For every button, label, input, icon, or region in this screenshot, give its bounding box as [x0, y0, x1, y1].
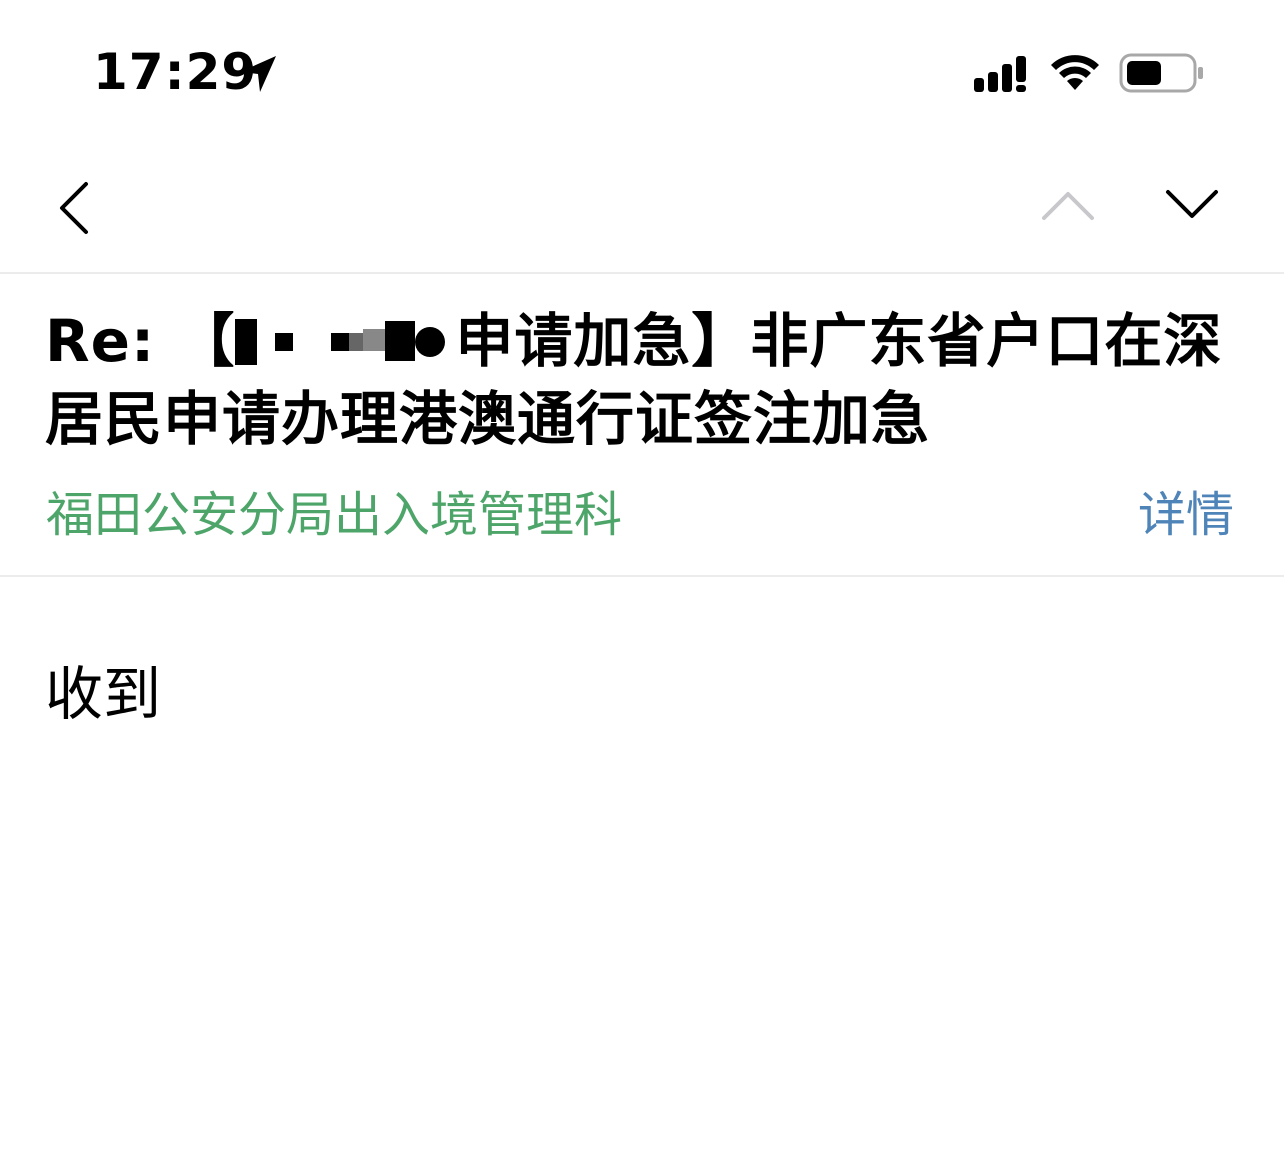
back-chevron-icon[interactable] — [52, 178, 96, 238]
previous-message-chevron-up-icon[interactable] — [1040, 184, 1096, 224]
subject-prefix: Re: 【 — [45, 307, 236, 375]
location-arrow-icon — [240, 56, 276, 92]
next-message-chevron-down-icon[interactable] — [1164, 184, 1220, 224]
header-divider — [0, 575, 1284, 577]
email-subject: Re: 【申请加急】非广东省户口在深居民申请办理港澳通行证签注加急 — [45, 302, 1245, 458]
email-body: 收到 — [45, 660, 162, 728]
battery-icon — [1119, 53, 1203, 93]
details-link[interactable]: 详情 — [1138, 480, 1234, 550]
cellular-signal-icon — [974, 56, 1026, 92]
nav-divider — [0, 272, 1284, 274]
wifi-icon — [1051, 55, 1099, 90]
redacted-block — [235, 317, 455, 367]
status-time: 17:29 — [93, 43, 258, 101]
sender-name[interactable]: 福田公安分局出入境管理科 — [46, 480, 622, 550]
